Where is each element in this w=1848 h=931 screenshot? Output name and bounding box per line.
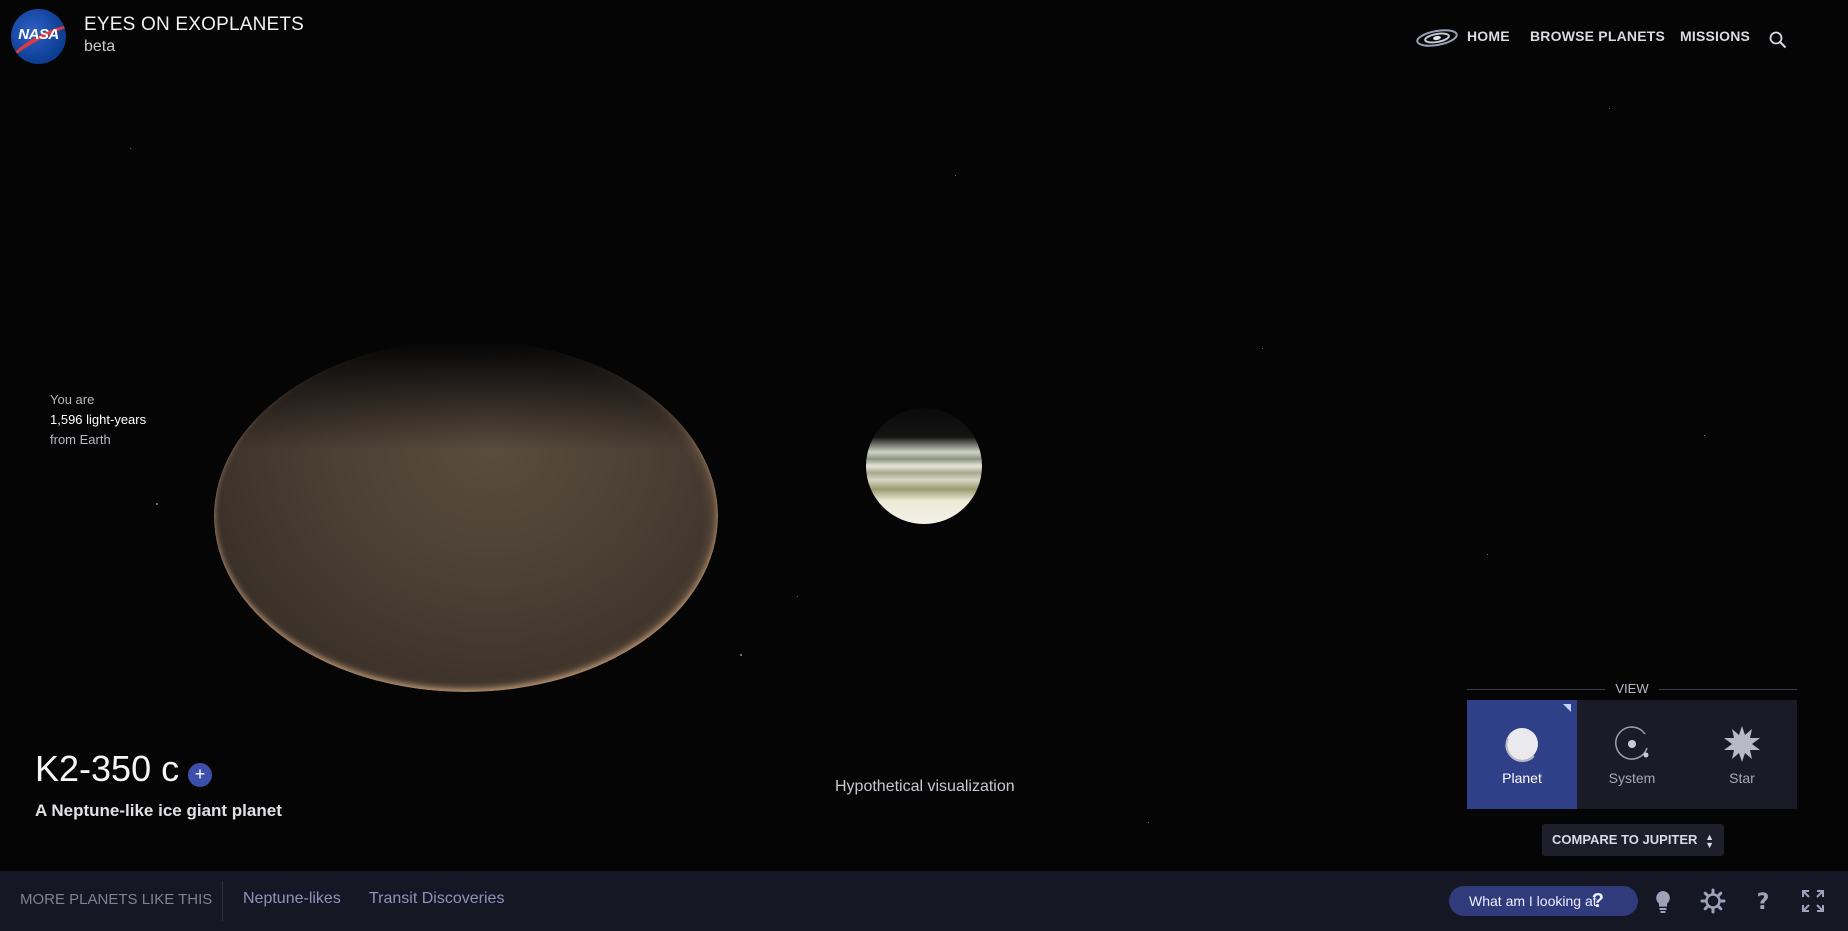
- background-star: [130, 148, 131, 149]
- view-option-system[interactable]: System: [1577, 700, 1687, 809]
- what-label: What am I looking at: [1469, 893, 1597, 909]
- bar-divider: [222, 881, 223, 921]
- distance-suffix: from Earth: [50, 432, 111, 447]
- nasa-logo[interactable]: NASA: [11, 9, 66, 64]
- svg-text:?: ?: [1757, 890, 1770, 914]
- help-icon[interactable]: ?: [1750, 888, 1776, 914]
- compare-to-jupiter-button[interactable]: COMPARE TO JUPITER ▲ ▼: [1542, 824, 1724, 856]
- sort-arrows-icon: ▲ ▼: [1705, 831, 1714, 850]
- compare-label: COMPARE TO JUPITER: [1552, 832, 1698, 847]
- distance-value: 1,596 light-years: [50, 412, 147, 427]
- question-icon: ?: [1591, 890, 1604, 912]
- distance-readout: You are 1,596 light-years from Earth: [50, 390, 146, 450]
- more-planets-label: MORE PLANETS LIKE THIS: [20, 891, 213, 908]
- view-selector: Planet System Star: [1467, 700, 1797, 809]
- distance-prefix: You are: [50, 392, 95, 407]
- view-option-planet[interactable]: Planet: [1467, 700, 1577, 809]
- fullscreen-icon[interactable]: [1800, 888, 1826, 914]
- background-star: [740, 654, 742, 656]
- gear-icon[interactable]: [1700, 888, 1726, 914]
- background-star: [1704, 435, 1705, 436]
- logo-text: NASA: [18, 26, 59, 43]
- galaxy-icon[interactable]: [1416, 28, 1458, 48]
- background-star: [1262, 348, 1263, 349]
- planet-name: K2-350 c: [35, 748, 180, 789]
- visualization-caption: Hypothetical visualization: [835, 778, 1015, 795]
- jupiter-comparison-render: [866, 408, 982, 524]
- bottom-bar: MORE PLANETS LIKE THIS Neptune-likes Tra…: [0, 871, 1848, 931]
- nav-home[interactable]: HOME: [1467, 28, 1510, 44]
- background-star: [955, 175, 956, 176]
- view-option-star[interactable]: Star: [1687, 700, 1797, 809]
- system-icon: [1615, 726, 1649, 760]
- lightbulb-icon[interactable]: [1650, 888, 1676, 914]
- planet-icon: [1505, 728, 1538, 762]
- nav-missions[interactable]: MISSIONS: [1680, 28, 1750, 44]
- view-label: VIEW: [1467, 679, 1797, 699]
- add-planet-button[interactable]: +: [188, 763, 212, 787]
- what-am-i-looking-at-button[interactable]: What am I looking at ?: [1449, 886, 1638, 916]
- nav-browse-planets[interactable]: BROWSE PLANETS: [1530, 28, 1665, 44]
- app-title[interactable]: EYES ON EXOPLANETS: [84, 14, 304, 36]
- search-icon[interactable]: [1769, 31, 1787, 49]
- star-icon: [1724, 726, 1760, 762]
- view-label-text: VIEW: [1615, 681, 1649, 696]
- background-star: [1609, 108, 1610, 109]
- view-option-label: Star: [1729, 770, 1755, 786]
- view-option-label: Planet: [1502, 770, 1542, 786]
- planet-description: A Neptune-like ice giant planet: [35, 801, 282, 820]
- tag-neptune-likes[interactable]: Neptune-likes: [243, 890, 341, 908]
- background-star: [1487, 554, 1488, 555]
- app-subtitle: beta: [84, 38, 116, 55]
- tag-transit-discoveries[interactable]: Transit Discoveries: [369, 890, 504, 908]
- background-star: [1148, 822, 1149, 823]
- view-option-label: System: [1608, 770, 1656, 786]
- background-star: [797, 596, 798, 597]
- background-star: [156, 503, 158, 505]
- selected-corner-icon: [1563, 704, 1571, 712]
- planet-shadow: [214, 330, 718, 450]
